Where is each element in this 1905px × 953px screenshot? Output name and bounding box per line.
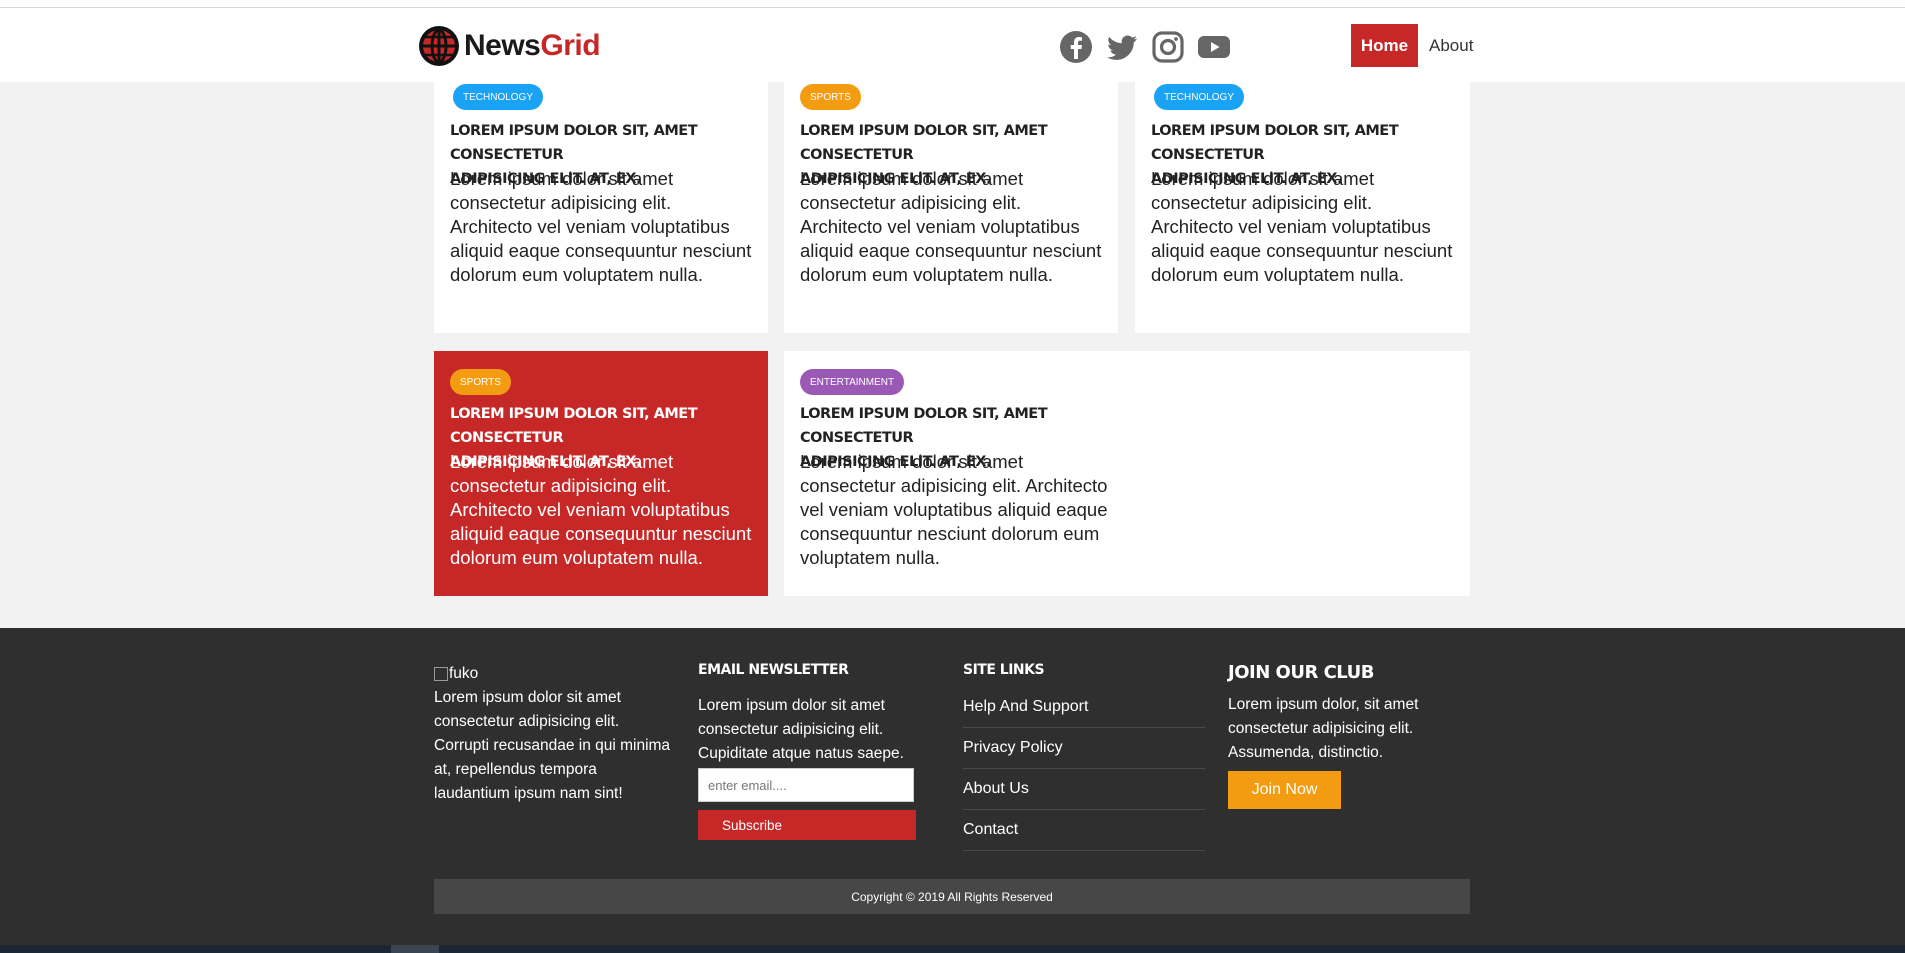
footer-newsletter: EMAIL NEWSLETTER Lorem ipsum dolor sit a… (698, 662, 920, 840)
card-title-line: LOREM IPSUM DOLOR SIT, AMET CONSECTETUR (1151, 123, 1399, 163)
news-card-featured[interactable]: SPORTS LOREM IPSUM DOLOR SIT, AMET CONSE… (434, 351, 768, 596)
footer-about-text: Lorem ipsum dolor sit amet consectetur a… (434, 689, 671, 802)
category-badge[interactable]: TECHNOLOGY (1154, 84, 1245, 110)
footer-logo-image: fuko (434, 662, 674, 686)
join-now-button[interactable]: Join Now (1228, 771, 1341, 809)
category-badge[interactable]: SPORTS (450, 369, 511, 395)
browser-top-edge (0, 0, 1905, 8)
category-badge[interactable]: SPORTS (800, 84, 861, 110)
logo-text-news: News (464, 29, 541, 62)
club-text: Lorem ipsum dolor, sit amet consectetur … (1228, 696, 1419, 761)
card-title-line: LOREM IPSUM DOLOR SIT, AMET CONSECTETUR (450, 406, 698, 446)
footer-link-about[interactable]: About Us (963, 769, 1205, 810)
site-footer: fuko Lorem ipsum dolor sit amet consecte… (0, 628, 1905, 945)
copyright-bar: Copyright © 2019 All Rights Reserved (434, 879, 1470, 914)
footer-link-privacy[interactable]: Privacy Policy (963, 728, 1205, 769)
card-title-line: LOREM IPSUM DOLOR SIT, AMET CONSECTETUR (450, 123, 698, 163)
social-links (1058, 29, 1232, 65)
news-card[interactable]: SPORTS LOREM IPSUM DOLOR SIT, AMET CONSE… (784, 82, 1118, 333)
instagram-icon[interactable] (1150, 29, 1186, 65)
globe-logo-icon (419, 26, 459, 66)
email-input[interactable]: enter email.... (698, 768, 914, 802)
footer-link-help[interactable]: Help And Support (963, 687, 1205, 728)
category-badge[interactable]: ENTERTAINMENT (800, 369, 905, 395)
footer-site-links: SITE LINKS Help And Support Privacy Poli… (963, 662, 1205, 851)
newsletter-text: Lorem ipsum dolor sit amet consectetur a… (698, 697, 904, 762)
logo-text-grid: Grid (540, 29, 601, 62)
nav-home-link[interactable]: Home (1351, 24, 1418, 67)
facebook-icon[interactable] (1058, 29, 1094, 65)
footer-link-contact[interactable]: Contact (963, 810, 1205, 851)
newsletter-heading: EMAIL NEWSLETTER (698, 662, 849, 678)
subscribe-button[interactable]: Subscribe (698, 810, 916, 840)
card-title-line: LOREM IPSUM DOLOR SIT, AMET CONSECTETUR (800, 123, 1048, 163)
site-links-heading: SITE LINKS (963, 662, 1045, 678)
card-excerpt: Lorem ipsum dolor sit amet consectetur a… (800, 168, 1102, 285)
card-excerpt: Lorem ipsum dolor sit amet consectetur a… (1151, 168, 1453, 285)
nav-about-link[interactable]: About (1429, 24, 1473, 67)
footer-about: fuko Lorem ipsum dolor sit amet consecte… (434, 662, 674, 806)
taskbar-item (391, 945, 439, 953)
card-title-line: LOREM IPSUM DOLOR SIT, AMET CONSECTETUR (800, 406, 1048, 446)
youtube-icon[interactable] (1196, 29, 1232, 65)
news-card[interactable]: TECHNOLOGY LOREM IPSUM DOLOR SIT, AMET C… (434, 82, 768, 333)
news-card-wide[interactable]: ENTERTAINMENT LOREM IPSUM DOLOR SIT, AME… (784, 351, 1470, 596)
footer-logo-alt: fuko (449, 665, 479, 682)
news-card[interactable]: TECHNOLOGY LOREM IPSUM DOLOR SIT, AMET C… (1135, 82, 1470, 333)
footer-club: JOIN OUR CLUB Lorem ipsum dolor, sit ame… (1228, 662, 1448, 809)
club-heading: JOIN OUR CLUB (1228, 662, 1374, 683)
category-badge[interactable]: TECHNOLOGY (453, 84, 544, 110)
site-header: NewsGrid Home About (0, 8, 1905, 82)
twitter-icon[interactable] (1104, 29, 1140, 65)
taskbar-strip (0, 945, 1905, 953)
site-logo[interactable]: NewsGrid (417, 24, 601, 68)
broken-image-icon (434, 667, 448, 681)
card-excerpt: Lorem ipsum dolor sit amet consectetur a… (450, 168, 752, 285)
logo-wordmark: NewsGrid (464, 29, 601, 63)
card-excerpt: Lorem ipsum dolor sit amet consectetur a… (450, 451, 752, 568)
card-excerpt: Lorem ipsum dolor sit amet consectetur a… (800, 451, 1108, 568)
